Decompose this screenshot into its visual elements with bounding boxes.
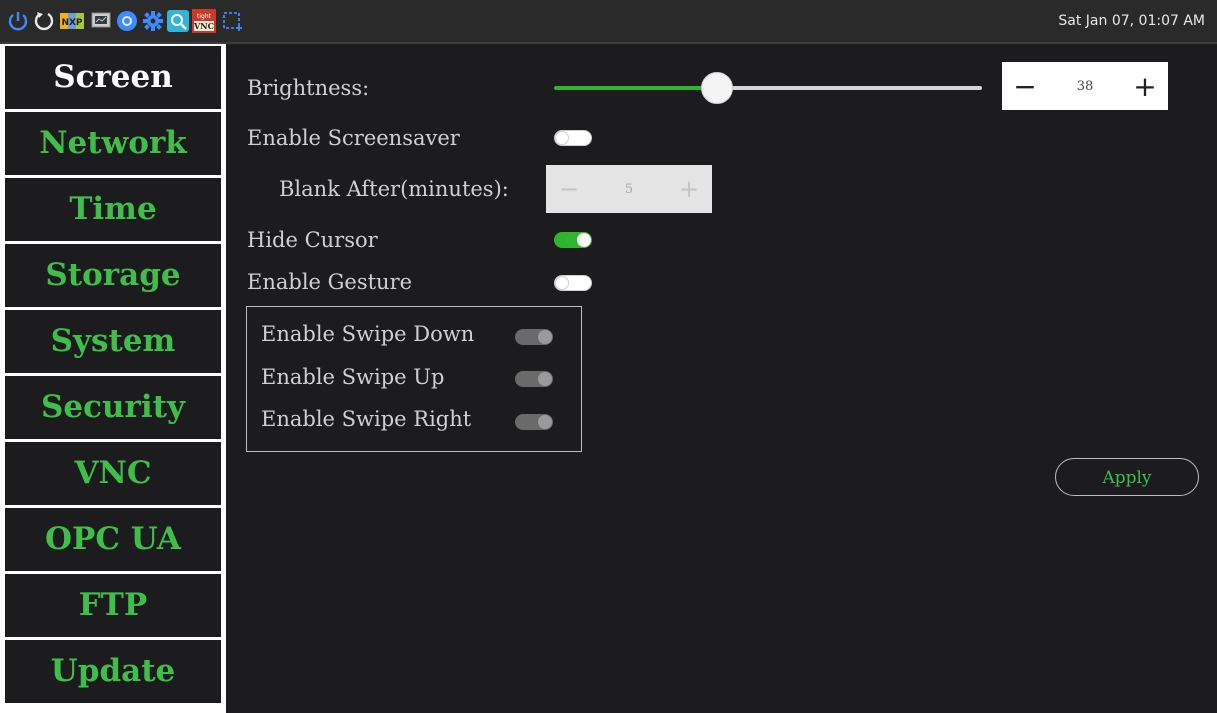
sidebar-item-update[interactable]: Update — [5, 640, 221, 703]
sidebar-item-time[interactable]: Time — [5, 178, 221, 241]
swipe-down-label: Enable Swipe Down — [261, 322, 475, 346]
sidebar-item-security[interactable]: Security — [5, 376, 221, 439]
swipe-right-toggle[interactable] — [515, 414, 553, 430]
gear-icon[interactable] — [141, 9, 165, 33]
slider-empty-track — [716, 86, 982, 90]
search-app-icon[interactable] — [166, 9, 190, 33]
monitor-icon[interactable] — [89, 9, 113, 33]
browser-icon[interactable] — [115, 9, 139, 33]
brightness-stepper: − 38 + — [1002, 62, 1168, 110]
screensaver-label: Enable Screensaver — [247, 126, 460, 150]
taskbar: NXP VNC tight Sat Jan 07, 01:07 AM — [0, 0, 1217, 44]
nxp-icon[interactable]: NXP — [60, 9, 84, 33]
brightness-label: Brightness: — [247, 76, 370, 100]
gesture-toggle[interactable] — [554, 275, 592, 291]
svg-text:NXP: NXP — [61, 18, 82, 28]
slider-handle[interactable] — [700, 72, 733, 104]
brightness-value[interactable]: 38 — [1048, 79, 1122, 94]
blank-after-increment-button[interactable]: + — [666, 165, 712, 213]
sidebar-item-screen[interactable]: Screen — [5, 46, 221, 109]
svg-text:VNC: VNC — [193, 21, 214, 31]
swipe-up-label: Enable Swipe Up — [261, 365, 445, 389]
swipe-up-toggle[interactable] — [515, 371, 553, 387]
sidebar-item-network[interactable]: Network — [5, 112, 221, 175]
hide-cursor-toggle[interactable] — [554, 232, 592, 248]
blank-after-label: Blank After(minutes): — [279, 177, 509, 201]
screensaver-toggle[interactable] — [554, 130, 592, 146]
clock: Sat Jan 07, 01:07 AM — [1058, 13, 1205, 29]
sidebar-item-ftp[interactable]: FTP — [5, 574, 221, 637]
svg-text:tight: tight — [197, 13, 212, 20]
sidebar-item-storage[interactable]: Storage — [5, 244, 221, 307]
slider-filled-track — [554, 86, 717, 90]
gesture-label: Enable Gesture — [247, 270, 413, 294]
brightness-increment-button[interactable]: + — [1122, 62, 1168, 110]
vnc-icon[interactable]: VNC tight — [192, 9, 216, 33]
blank-after-stepper: − 5 + — [546, 165, 712, 213]
brightness-decrement-button[interactable]: − — [1002, 62, 1048, 110]
blank-after-value[interactable]: 5 — [592, 182, 666, 197]
hide-cursor-label: Hide Cursor — [247, 228, 378, 252]
sidebar-item-system[interactable]: System — [5, 310, 221, 373]
power-icon[interactable] — [6, 9, 30, 33]
sidebar-item-opc-ua[interactable]: OPC UA — [5, 508, 221, 571]
swipe-right-label: Enable Swipe Right — [261, 407, 472, 431]
sidebar-item-vnc[interactable]: VNC — [5, 442, 221, 505]
blank-after-decrement-button[interactable]: − — [546, 165, 592, 213]
gesture-options-group: Enable Swipe Down Enable Swipe Up Enable… — [246, 306, 582, 452]
screen-settings-panel: Brightness: − 38 + Enable Screensaver Bl… — [226, 44, 1217, 713]
apply-button[interactable]: Apply — [1055, 458, 1199, 496]
restart-icon[interactable] — [32, 9, 56, 33]
swipe-down-toggle[interactable] — [515, 329, 553, 345]
screenshot-icon[interactable] — [220, 9, 244, 33]
sidebar: Screen Network Time Storage System Secur… — [0, 44, 226, 713]
